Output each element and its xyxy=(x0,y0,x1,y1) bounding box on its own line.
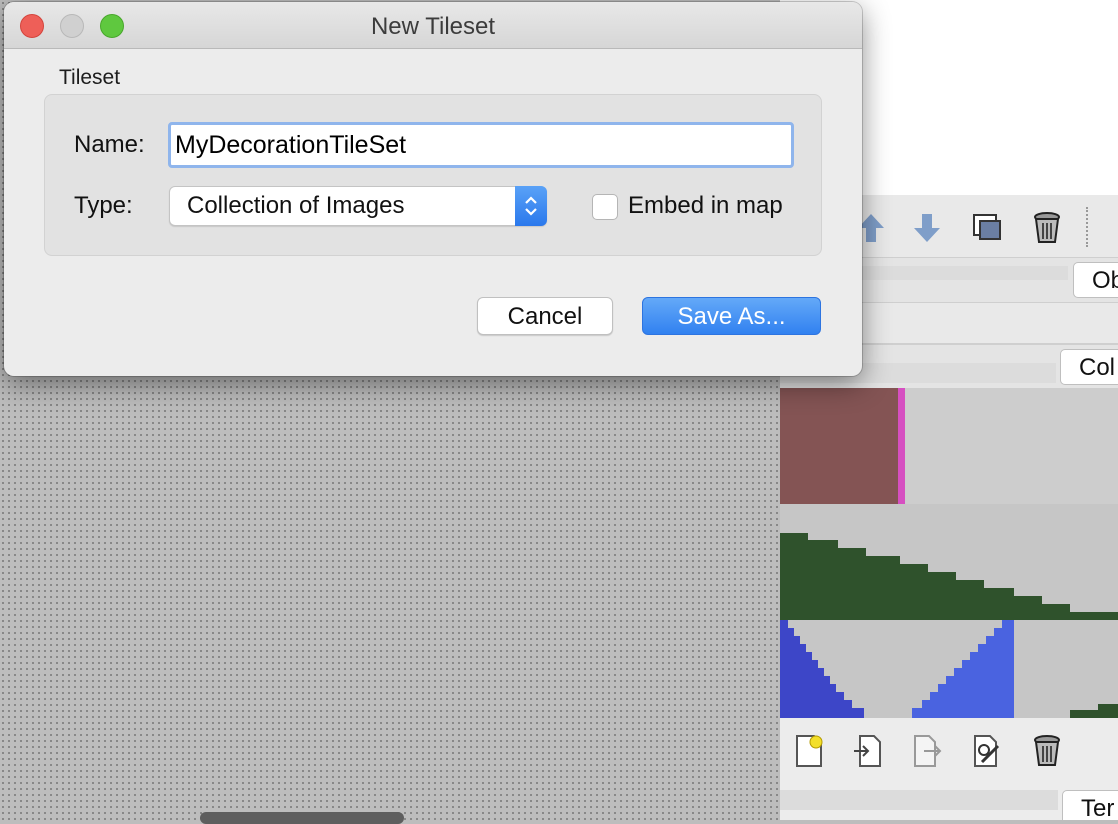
duplicate-icon[interactable] xyxy=(970,211,1004,245)
tab-objects[interactable]: Ob xyxy=(1073,262,1118,298)
tileset-view[interactable] xyxy=(780,388,1118,718)
tileset-group xyxy=(44,94,822,256)
save-as-button[interactable]: Save As... xyxy=(642,297,821,335)
name-input[interactable] xyxy=(168,122,794,168)
new-tileset-dialog: New Tileset Tileset Name: Type: Collecti… xyxy=(4,2,862,376)
title-bar: New Tileset xyxy=(4,2,862,49)
move-down-icon[interactable] xyxy=(910,211,944,245)
horizontal-scrollbar[interactable] xyxy=(200,812,404,824)
type-select-value: Collection of Images xyxy=(187,192,405,219)
trash-icon[interactable] xyxy=(1030,734,1064,768)
import-icon[interactable] xyxy=(850,734,884,768)
embed-checkbox[interactable] xyxy=(592,194,618,220)
collection-toolbar xyxy=(780,718,1118,786)
strip-track xyxy=(780,790,1058,810)
cancel-button[interactable]: Cancel xyxy=(477,297,613,335)
chevron-updown-icon xyxy=(515,186,547,226)
type-label: Type: xyxy=(74,192,133,219)
embed-label[interactable]: Embed in map xyxy=(628,192,783,220)
edit-icon[interactable] xyxy=(970,734,1004,768)
type-select[interactable]: Collection of Images xyxy=(169,186,547,226)
tab-collection[interactable]: Col xyxy=(1060,349,1118,385)
toolbar-separator xyxy=(1086,207,1088,247)
terrain-tab-strip: Ter xyxy=(780,786,1118,820)
new-item-icon[interactable] xyxy=(792,734,826,768)
tile-graphics xyxy=(780,388,1118,718)
dialog-title: New Tileset xyxy=(370,13,496,40)
trash-icon[interactable] xyxy=(1030,211,1064,245)
name-label: Name: xyxy=(74,131,145,158)
group-label: Tileset xyxy=(59,66,121,89)
export-icon[interactable] xyxy=(910,734,944,768)
tab-terrain[interactable]: Ter xyxy=(1062,790,1118,820)
